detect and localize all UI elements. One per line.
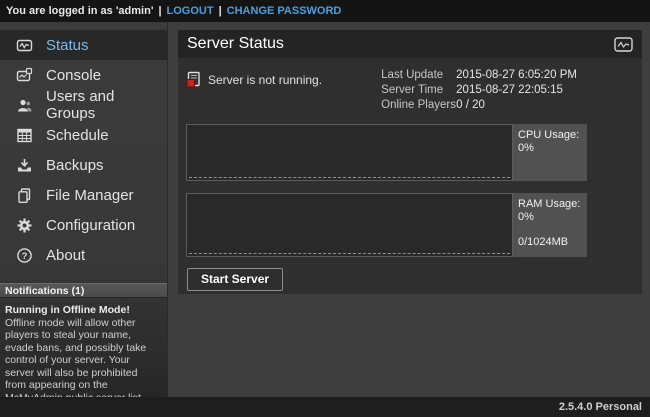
- logout-link[interactable]: LOGOUT: [167, 5, 214, 17]
- backups-icon: [16, 157, 33, 174]
- separator: |: [158, 5, 161, 17]
- info-row: Server Time 2015-08-27 22:05:15: [381, 83, 577, 98]
- sidebar-menu: Status Console Users and Groups Schedule: [0, 22, 167, 270]
- sidebar-item-label: File Manager: [46, 187, 134, 204]
- page-title: Server Status: [187, 35, 284, 53]
- status-chart-icon: [16, 37, 33, 54]
- separator: |: [219, 5, 222, 17]
- ram-usage-chart: [186, 193, 513, 257]
- status-message-block: Server is not running.: [186, 68, 322, 118]
- sidebar: Status Console Users and Groups Schedule: [0, 22, 168, 417]
- sidebar-item-status[interactable]: Status: [0, 30, 167, 60]
- sidebar-item-configuration[interactable]: Configuration: [0, 210, 167, 240]
- topbar: You are logged in as 'admin' | LOGOUT | …: [0, 0, 650, 22]
- logged-in-text: You are logged in as 'admin': [6, 5, 153, 17]
- ram-usage-block: RAM Usage: 0% 0/1024MB: [186, 193, 634, 257]
- sidebar-item-schedule[interactable]: Schedule: [0, 120, 167, 150]
- sidebar-item-label: Backups: [46, 157, 104, 174]
- cpu-usage-info: CPU Usage: 0%: [513, 124, 587, 181]
- console-icon: [16, 67, 33, 84]
- info-row: Last Update 2015-08-27 6:05:20 PM: [381, 68, 577, 83]
- sidebar-item-backups[interactable]: Backups: [0, 150, 167, 180]
- sidebar-item-label: Users and Groups: [46, 88, 167, 122]
- info-label: Last Update: [381, 68, 456, 83]
- info-value: 0 / 20: [456, 98, 485, 113]
- bottombar: 2.5.4.0 Personal: [0, 397, 650, 417]
- status-row: Server is not running. Last Update 2015-…: [186, 68, 634, 118]
- server-info-table: Last Update 2015-08-27 6:05:20 PM Server…: [381, 68, 577, 118]
- gear-icon: [16, 217, 33, 234]
- info-value: 2015-08-27 6:05:20 PM: [456, 68, 577, 83]
- schedule-icon: [16, 127, 33, 144]
- info-value: 2015-08-27 22:05:15: [456, 83, 563, 98]
- sidebar-item-label: Console: [46, 67, 101, 84]
- start-server-button[interactable]: Start Server: [187, 268, 283, 291]
- users-icon: [16, 97, 33, 114]
- info-row: Online Players 0 / 20: [381, 98, 577, 113]
- sidebar-item-file-manager[interactable]: File Manager: [0, 180, 167, 210]
- cpu-usage-label: CPU Usage:: [518, 129, 582, 142]
- sidebar-item-about[interactable]: ? About: [0, 240, 167, 270]
- change-password-link[interactable]: CHANGE PASSWORD: [227, 5, 342, 17]
- question-icon: ?: [16, 247, 33, 264]
- sidebar-item-console[interactable]: Console: [0, 60, 167, 90]
- notification-title: Running in Offline Mode!: [5, 304, 161, 317]
- cpu-usage-block: CPU Usage: 0%: [186, 124, 634, 181]
- notifications-header: Notifications (1): [0, 283, 167, 298]
- sidebar-item-users-and-groups[interactable]: Users and Groups: [0, 90, 167, 120]
- ram-usage-label: RAM Usage:: [518, 198, 582, 211]
- sidebar-item-label: Schedule: [46, 127, 109, 144]
- sidebar-item-label: About: [46, 247, 85, 264]
- cpu-usage-value: 0%: [518, 142, 582, 155]
- server-status-panel: Server is not running. Last Update 2015-…: [178, 58, 642, 294]
- panel-header: Server Status: [178, 30, 642, 58]
- cpu-usage-chart: [186, 124, 513, 181]
- server-stopped-icon: [186, 71, 201, 88]
- ram-usage-info: RAM Usage: 0% 0/1024MB: [513, 193, 587, 257]
- version-text: 2.5.4.0 Personal: [559, 401, 642, 413]
- ram-usage-detail: 0/1024MB: [518, 236, 582, 249]
- info-label: Server Time: [381, 83, 456, 98]
- info-label: Online Players: [381, 98, 456, 113]
- status-message: Server is not running.: [208, 71, 322, 87]
- sidebar-item-label: Configuration: [46, 217, 135, 234]
- sidebar-item-label: Status: [46, 37, 89, 54]
- file-manager-icon: [16, 187, 33, 204]
- svg-text:?: ?: [22, 251, 28, 262]
- ram-usage-value: 0%: [518, 211, 582, 224]
- performance-graph-icon[interactable]: [614, 37, 633, 52]
- chart-baseline: [189, 253, 510, 254]
- chart-baseline: [189, 177, 510, 178]
- main-content: Server Status Server is not running. Las…: [169, 22, 650, 397]
